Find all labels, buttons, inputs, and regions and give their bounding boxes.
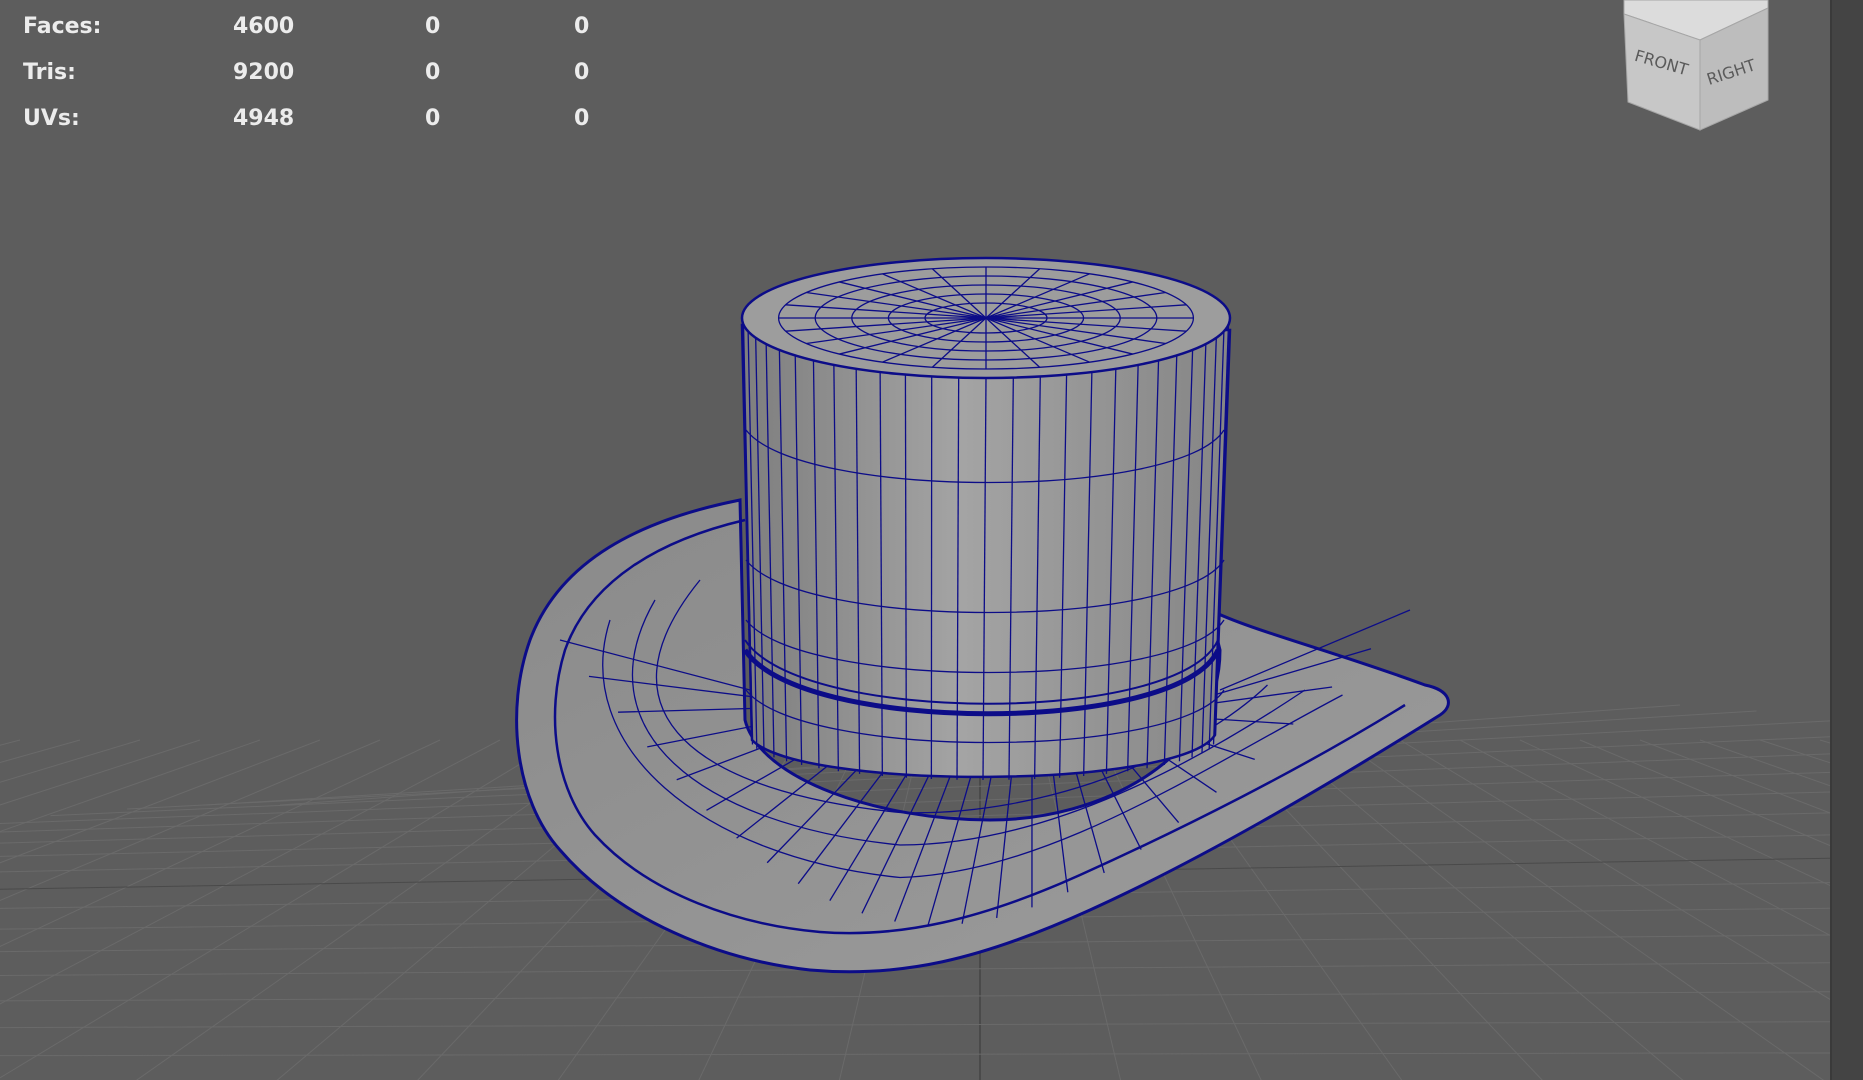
hud-label: Faces:	[23, 14, 102, 39]
hud-value: 0	[425, 60, 441, 85]
hud-value: 0	[574, 106, 590, 131]
view-cube-icon[interactable]: FRONT RIGHT	[1623, 0, 1769, 131]
3d-viewport[interactable]: FRONT RIGHT	[0, 0, 1830, 1080]
scene-canvas[interactable]: FRONT RIGHT	[0, 0, 1830, 1080]
hud-label: Tris:	[23, 60, 76, 85]
hud-value: 0	[574, 60, 590, 85]
hud-label: UVs:	[23, 106, 80, 131]
hud-value: 4600	[233, 14, 295, 39]
hat-crown	[740, 256, 1232, 781]
hud-value: 4948	[233, 106, 295, 131]
hud-value: 0	[425, 106, 441, 131]
hud-value: 0	[574, 14, 590, 39]
viewport-side-panel-edge	[1830, 0, 1863, 1080]
hud-value: 9200	[233, 60, 295, 85]
hud-value: 0	[425, 14, 441, 39]
